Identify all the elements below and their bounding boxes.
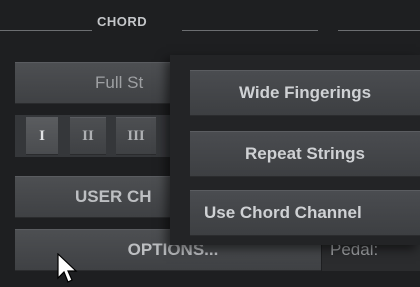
inversion-label-3: III [127, 127, 145, 144]
menu-item-repeat-strings-label: Repeat Strings [245, 144, 365, 163]
menu-item-use-chord-channel-label: Use Chord Channel [204, 203, 362, 222]
strum-mode-label: Full St [95, 73, 144, 92]
menu-item-use-chord-channel[interactable]: Use Chord Channel [190, 190, 420, 236]
chord-header-line-left [0, 30, 92, 31]
options-menu: Wide Fingerings Repeat Strings Use Chord… [170, 55, 420, 245]
inversion-button-3[interactable]: III [116, 117, 156, 155]
menu-item-wide-fingerings-label: Wide Fingerings [238, 83, 372, 102]
user-chord-label: USER CH [75, 187, 152, 206]
chord-header-line-right [182, 30, 318, 31]
inversion-label-1: I [39, 127, 45, 144]
chord-section-title: CHORD [97, 14, 148, 29]
menu-item-repeat-strings[interactable]: Repeat Strings [190, 131, 420, 177]
arrow-pointer-icon [57, 253, 78, 283]
inversion-button-1[interactable]: I [26, 117, 58, 155]
right-panel-header-line [338, 30, 420, 31]
inversion-label-2: II [82, 127, 94, 144]
menu-item-wide-fingerings[interactable]: Wide Fingerings [190, 70, 420, 116]
inversion-button-2[interactable]: II [70, 117, 106, 155]
